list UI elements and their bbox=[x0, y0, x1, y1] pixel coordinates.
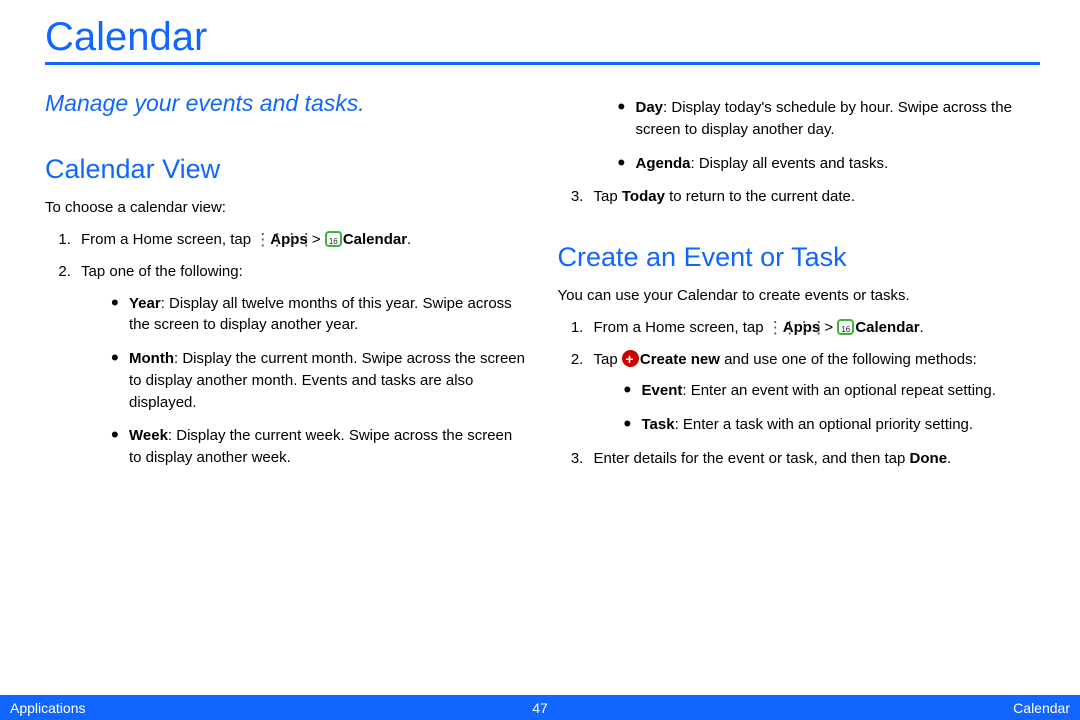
calendar-icon bbox=[325, 231, 342, 247]
subtitle: Manage your events and tasks. bbox=[45, 87, 528, 120]
step-2: Tap one of the following: Year: Display … bbox=[75, 261, 528, 469]
right-column: Day: Display today's schedule by hour. S… bbox=[558, 87, 1041, 492]
step-1: From a Home screen, tap Apps > Calendar. bbox=[75, 229, 528, 251]
item-month: Month: Display the current month. Swipe … bbox=[111, 348, 528, 413]
footer-left: Applications bbox=[10, 700, 86, 716]
section-heading-view: Calendar View bbox=[45, 150, 528, 189]
footer: Applications 47 Calendar bbox=[0, 695, 1080, 720]
step-3: Tap Today to return to the current date. bbox=[588, 186, 1041, 208]
apps-icon bbox=[768, 320, 783, 334]
left-column: Manage your events and tasks. Calendar V… bbox=[45, 87, 528, 492]
apps-icon bbox=[255, 232, 270, 246]
calendar-icon bbox=[837, 319, 854, 335]
plus-icon bbox=[622, 350, 639, 367]
item-day: Day: Display today's schedule by hour. S… bbox=[618, 97, 1041, 141]
item-agenda: Agenda: Display all events and tasks. bbox=[618, 153, 1041, 175]
item-event: Event: Enter an event with an optional r… bbox=[624, 380, 1041, 402]
item-year: Year: Display all twelve months of this … bbox=[111, 293, 528, 337]
item-task: Task: Enter a task with an optional prio… bbox=[624, 414, 1041, 436]
footer-right: Calendar bbox=[1013, 700, 1070, 716]
create-step-1: From a Home screen, tap Apps > Calendar. bbox=[588, 317, 1041, 339]
page-title: Calendar bbox=[45, 15, 1040, 65]
create-intro: You can use your Calendar to create even… bbox=[558, 285, 1041, 307]
section-heading-create: Create an Event or Task bbox=[558, 238, 1041, 277]
item-week: Week: Display the current week. Swipe ac… bbox=[111, 425, 528, 469]
create-step-3: Enter details for the event or task, and… bbox=[588, 448, 1041, 470]
intro-text: To choose a calendar view: bbox=[45, 197, 528, 219]
page-number: 47 bbox=[532, 700, 548, 716]
create-step-2: Tap Create new and use one of the follow… bbox=[588, 349, 1041, 436]
